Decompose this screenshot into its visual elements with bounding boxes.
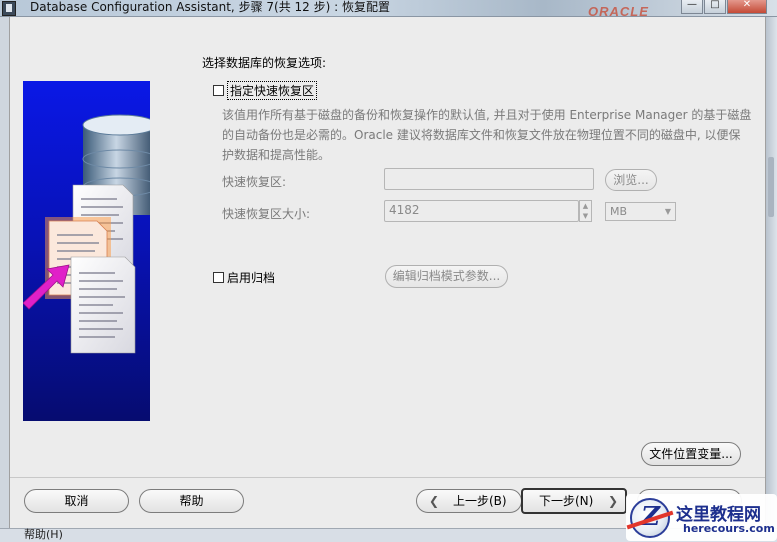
right-edge-scrollbar[interactable] (766, 17, 777, 528)
size-unit-select[interactable]: MB ▼ (605, 202, 676, 221)
flash-recovery-size-label: 快速恢复区大小: (222, 207, 311, 221)
flash-recovery-checkbox-label: 指定快速恢复区 (227, 81, 318, 100)
size-spinner[interactable]: ▲ ▼ (579, 200, 592, 222)
help-button[interactable]: 帮助 (139, 489, 244, 513)
window-controls: — □ ✕ (681, 0, 767, 14)
flash-recovery-size-input[interactable]: 4182 (384, 200, 579, 222)
flash-recovery-location-label: 快速恢复区: (222, 175, 287, 189)
chevron-down-icon: ▼ (664, 207, 671, 216)
dialog-content: 选择数据库的恢复选项: 指定快速恢复区 该值用作所有基于磁盘的备份和恢复操作的默… (9, 17, 766, 541)
next-arrow-icon: ❯ (608, 494, 619, 508)
site-logo-icon (630, 498, 670, 538)
database-documents-illustration (23, 114, 150, 354)
spin-up-icon[interactable]: ▲ (580, 201, 591, 211)
window-title: Database Configuration Assistant, 步骤 7(共… (30, 0, 390, 14)
back-arrow-icon: ❮ (429, 494, 440, 508)
flash-recovery-location-input[interactable] (384, 168, 594, 190)
recovery-options-label: 选择数据库的恢复选项: (202, 56, 327, 70)
minimize-button[interactable]: — (681, 0, 703, 14)
back-button-label: 上一步(B) (453, 494, 507, 508)
enable-archive-label: 启用归档 (227, 271, 276, 285)
watermark-url: herecours.com (683, 522, 775, 535)
file-location-variables-button[interactable]: 文件位置变量... (641, 442, 741, 466)
enable-archive-checkbox[interactable] (213, 272, 224, 283)
next-button[interactable]: 下一步(N) ❯ (521, 488, 627, 514)
flash-recovery-checkbox-row[interactable]: 指定快速恢复区 (213, 81, 318, 100)
footer-divider (10, 477, 765, 478)
next-button-label: 下一步(N) (539, 494, 594, 508)
site-watermark: 这里教程网 herecours.com (626, 494, 777, 541)
app-icon (2, 1, 16, 16)
wizard-illustration (23, 81, 150, 421)
title-bar: Database Configuration Assistant, 步骤 7(共… (0, 0, 777, 19)
browse-button[interactable]: 浏览... (605, 169, 657, 191)
background-help-menu: 帮助(H) (24, 528, 63, 541)
back-button[interactable]: ❮ 上一步(B) (416, 489, 522, 513)
edit-archive-params-button[interactable]: 编辑归档模式参数... (385, 265, 508, 288)
spin-down-icon[interactable]: ▼ (580, 211, 591, 221)
maximize-button[interactable]: □ (704, 0, 726, 14)
flash-recovery-description: 该值用作所有基于磁盘的备份和恢复操作的默认值, 并且对于使用 Enterpris… (222, 108, 752, 162)
cancel-button[interactable]: 取消 (24, 489, 129, 513)
archive-checkbox-row[interactable]: 启用归档 (213, 269, 275, 286)
flash-recovery-checkbox[interactable] (213, 85, 224, 96)
size-unit-value: MB (610, 205, 628, 218)
close-button[interactable]: ✕ (727, 0, 767, 14)
